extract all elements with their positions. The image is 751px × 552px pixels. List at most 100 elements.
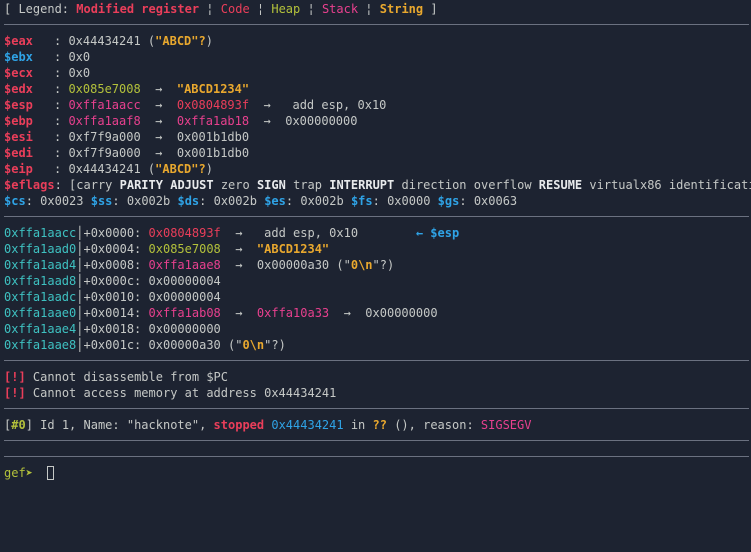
error-message: Cannot disassemble from $PC [32, 370, 228, 384]
register-name: $ebx [4, 50, 33, 64]
esp-marker: ← $esp [415, 226, 460, 240]
thread-line: [#0] Id 1, Name: "hacknote", stopped 0x4… [4, 417, 531, 433]
stack-offset: +0x0008: [83, 258, 142, 272]
segment-name: $ds [177, 194, 200, 208]
stack-row: 0xffa1aae0│+0x0014: 0xffa1ab08 → 0xffa10… [4, 306, 438, 320]
flag-on: ADJUST [170, 178, 214, 192]
error-line: [!] Cannot access memory at address 0x44… [4, 385, 336, 401]
thread-close: ] [25, 418, 33, 432]
thread-state: stopped [213, 418, 265, 432]
stack-address: 0xffa1aae8 [4, 338, 77, 352]
flag-on: RESUME [538, 178, 583, 192]
command-prompt[interactable]: gef➤ [4, 465, 55, 481]
stack-value: 0x0804893f [148, 226, 221, 240]
register-target: 0x001b1db0 [176, 130, 250, 144]
stack-address: 0xffa1aad8 [4, 274, 77, 288]
segment-name: $ss [90, 194, 113, 208]
thread-address: 0x44434241 [271, 418, 344, 432]
register-value: 0xf7f9a000 [68, 146, 141, 160]
legend-close: ] [423, 2, 438, 16]
segment-name: $gs [437, 194, 460, 208]
register-edx: $edx: 0x085e7008 → "ABCD1234" [4, 82, 250, 96]
thread-text: Id 1, Name: "hacknote", [32, 418, 214, 432]
error-line: [!] Cannot disassemble from $PC [4, 369, 228, 385]
register-eflags: $eflags: [carry PARITY ADJUST zero SIGN … [4, 177, 751, 193]
text-cursor[interactable] [47, 466, 55, 480]
register-string: "ABCD"? [155, 34, 206, 48]
thread-function: ?? [372, 418, 387, 432]
flag-off: carry [76, 178, 113, 192]
stack-offset: +0x000c: [83, 274, 142, 288]
stack-row: 0xffa1aacc│+0x0000: 0x0804893f → add esp… [4, 226, 460, 240]
stack-string-close: "?) [372, 258, 395, 272]
thread-id: #0 [11, 418, 26, 432]
arrow-icon: → [263, 98, 271, 112]
segment-value: 0x002b [126, 194, 171, 208]
stack-value: 0x085e7008 [148, 242, 221, 256]
stack-string-open: (" [336, 258, 351, 272]
stack-value: 0x00000a30 [148, 338, 221, 352]
arrow-icon: → [263, 114, 271, 128]
register-name: $eip [4, 162, 33, 176]
register-name: $esi [4, 130, 33, 144]
register-value: 0x0 [68, 50, 91, 64]
stack-offset: +0x0010: [83, 290, 142, 304]
register-value: 0x085e7008 [68, 82, 141, 96]
register-target-string: "ABCD1234" [176, 82, 250, 96]
stack-offset: +0x0004: [83, 242, 142, 256]
stack-string-close: "?) [264, 338, 286, 352]
stack-string: "ABCD1234" [256, 242, 330, 256]
register-target: 0x0804893f [176, 98, 250, 112]
register-name: $edx [4, 82, 33, 96]
section-separator [4, 24, 749, 25]
legend-string: String [379, 2, 424, 16]
register-name: $eflags [4, 178, 55, 192]
stack-offset: +0x0018: [83, 322, 142, 336]
thread-reason: SIGSEGV [480, 418, 532, 432]
register-name: $esp [4, 98, 33, 112]
section-separator [4, 408, 749, 409]
segment-value: 0x002b [213, 194, 257, 208]
segment-name: $cs [4, 194, 26, 208]
stack-address: 0xffa1aad4 [4, 258, 77, 272]
register-name: $ecx [4, 66, 33, 80]
stack-address: 0xffa1aae0 [4, 306, 77, 320]
register-value: 0xf7f9a000 [68, 130, 141, 144]
stack-address: 0xffa1aae4 [4, 322, 77, 336]
legend-sep: ¦ [300, 2, 322, 16]
register-target: 0x001b1db0 [176, 146, 250, 160]
section-separator [4, 440, 749, 441]
thread-in-text: in [343, 418, 373, 432]
register-final-value: 0x00000000 [285, 114, 358, 128]
flag-off: virtualx86 [589, 178, 662, 192]
flag-off: identification [668, 178, 751, 192]
legend-sep: ¦ [199, 2, 221, 16]
register-esp: $esp: 0xffa1aacc → 0x0804893f → add esp,… [4, 98, 387, 112]
legend-stack: Stack [321, 2, 359, 16]
thread-text: (), reason: [386, 418, 481, 432]
register-ecx: $ecx: 0x0 [4, 66, 91, 80]
prompt-label: gef➤ [4, 466, 33, 480]
segment-value: 0x002b [300, 194, 344, 208]
segment-name: $es [264, 194, 286, 208]
register-edi: $edi: 0xf7f9a000 → 0x001b1db0 [4, 146, 250, 160]
stack-string: 0\n [350, 258, 373, 272]
stack-value: 0xffa1aae8 [148, 258, 221, 272]
segment-name: $fs [350, 194, 373, 208]
stack-row: 0xffa1aae8│+0x001c: 0x00000a30 ("0\n"?) [4, 338, 286, 352]
terminal-window: [ Legend: Modified register ¦ Code ¦ Hea… [0, 0, 751, 552]
section-separator [4, 456, 749, 457]
register-value: 0x0 [68, 66, 91, 80]
register-value: 0x44434241 [68, 162, 141, 176]
register-eax: $eax: 0x44434241 ("ABCD"?) [4, 34, 213, 48]
segment-value: 0x0023 [40, 194, 84, 208]
legend-modified: Modified register [76, 2, 200, 16]
stack-row: 0xffa1aad0│+0x0004: 0x085e7008 → "ABCD12… [4, 242, 330, 256]
segment-value: 0x0063 [473, 194, 518, 208]
stack-row: 0xffa1aad4│+0x0008: 0xffa1aae8 → 0x00000… [4, 258, 395, 272]
register-ebx: $ebx: 0x0 [4, 50, 91, 64]
stack-address: 0xffa1aad0 [4, 242, 77, 256]
flag-on: PARITY [119, 178, 163, 192]
register-name: $eax [4, 34, 33, 48]
stack-value: 0x00000004 [148, 290, 221, 304]
